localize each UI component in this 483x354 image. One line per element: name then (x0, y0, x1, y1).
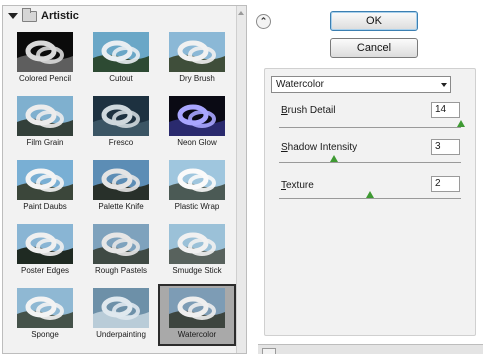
filter-item-cutout[interactable]: Cutout (82, 28, 160, 90)
shadow-intensity-label: Shadow Intensity (281, 142, 358, 153)
cancel-button[interactable]: Cancel (330, 38, 418, 58)
twisted-ring-icon (17, 96, 73, 136)
filter-label: Cutout (109, 74, 133, 83)
twisted-ring-icon (93, 288, 149, 328)
filter-thumbnail (169, 288, 225, 328)
filter-thumbnail (169, 32, 225, 72)
filter-thumbnail (17, 224, 73, 264)
filter-label: Sponge (31, 330, 59, 339)
filter-thumbnail (169, 96, 225, 136)
filter-label: Rough Pastels (94, 266, 148, 275)
filter-thumbnail (17, 96, 73, 136)
category-header[interactable]: Artistic (3, 6, 236, 26)
filter-item-dry-brush[interactable]: Dry Brush (158, 28, 236, 90)
twisted-ring-icon (93, 32, 149, 72)
filter-label: Paint Daubs (23, 202, 67, 211)
filter-thumbnail (17, 160, 73, 200)
filter-label: Colored Pencil (18, 74, 72, 83)
filter-item-watercolor[interactable]: Watercolor (158, 284, 236, 346)
texture-input[interactable]: 2 (431, 176, 460, 192)
filter-item-rough-pastels[interactable]: Rough Pastels (82, 220, 160, 282)
expand-triangle-icon[interactable] (8, 13, 18, 19)
filter-thumbnail (93, 288, 149, 328)
filter-thumbnail (93, 224, 149, 264)
twisted-ring-icon (93, 96, 149, 136)
filter-item-smudge-stick[interactable]: Smudge Stick (158, 220, 236, 282)
filter-item-palette-knife[interactable]: Palette Knife (82, 156, 160, 218)
gallery-scrollbar[interactable] (236, 6, 246, 353)
ok-button[interactable]: OK (330, 11, 418, 31)
shadow-intensity-slider-knob[interactable] (329, 155, 338, 162)
filter-item-poster-edges[interactable]: Poster Edges (6, 220, 84, 282)
folder-icon (22, 7, 37, 22)
filter-item-film-grain[interactable]: Film Grain (6, 92, 84, 154)
twisted-ring-icon (17, 32, 73, 72)
twisted-ring-icon (169, 288, 225, 328)
filter-item-colored-pencil[interactable]: Colored Pencil (6, 28, 84, 90)
double-chevron-up-icon: ⌃ (259, 16, 268, 26)
filter-thumbnail (93, 32, 149, 72)
brush-detail-slider[interactable] (279, 127, 461, 128)
new-layer-button[interactable] (262, 348, 276, 354)
shadow-intensity-input[interactable]: 3 (431, 139, 460, 155)
category-title: Artistic (41, 10, 79, 22)
filter-label: Poster Edges (20, 266, 70, 275)
twisted-ring-icon (169, 96, 225, 136)
filter-item-plastic-wrap[interactable]: Plastic Wrap (158, 156, 236, 218)
texture-slider[interactable] (279, 198, 461, 199)
dropdown-arrow-icon (441, 83, 447, 87)
twisted-ring-icon (169, 224, 225, 264)
twisted-ring-icon (17, 224, 73, 264)
filter-settings-panel: Watercolor Brush Detail 14 Shadow Intens… (264, 68, 476, 336)
filter-label: Plastic Wrap (174, 202, 220, 211)
texture-label: Texture (281, 180, 314, 191)
filter-thumbnail (169, 224, 225, 264)
filter-label: Watercolor (177, 330, 217, 339)
twisted-ring-icon (93, 224, 149, 264)
filter-gallery: Artistic Colored Pencil Cutout Dry Brush… (2, 5, 247, 354)
filter-thumbnail (17, 288, 73, 328)
collapse-gallery-button[interactable]: ⌃ (256, 14, 271, 29)
filter-item-paint-daubs[interactable]: Paint Daubs (6, 156, 84, 218)
brush-detail-slider-knob[interactable] (457, 120, 465, 127)
filter-label: Neon Glow (177, 138, 217, 147)
filter-thumbnail (169, 160, 225, 200)
filter-label: Palette Knife (98, 202, 144, 211)
texture-slider-knob[interactable] (366, 191, 374, 198)
filter-thumbnail (93, 160, 149, 200)
filter-thumbnail (17, 32, 73, 72)
filter-select[interactable]: Watercolor (271, 76, 451, 93)
filter-item-fresco[interactable]: Fresco (82, 92, 160, 154)
filter-label: Film Grain (26, 138, 64, 147)
brush-detail-label: Brush Detail (281, 105, 336, 116)
filter-item-underpainting[interactable]: Underpainting (82, 284, 160, 346)
filter-item-neon-glow[interactable]: Neon Glow (158, 92, 236, 154)
filter-label: Fresco (108, 138, 134, 147)
filter-item-sponge[interactable]: Sponge (6, 284, 84, 346)
twisted-ring-icon (93, 160, 149, 200)
scroll-up-arrow-icon[interactable] (238, 11, 244, 15)
filter-grid: Colored Pencil Cutout Dry Brush Film Gra… (6, 28, 236, 353)
shadow-intensity-slider[interactable] (279, 162, 461, 163)
twisted-ring-icon (169, 32, 225, 72)
filter-label: Smudge Stick (172, 266, 222, 275)
filter-label: Dry Brush (179, 74, 215, 83)
bottom-bar (258, 344, 483, 354)
filter-label: Underpainting (96, 330, 146, 339)
filter-thumbnail (93, 96, 149, 136)
twisted-ring-icon (17, 160, 73, 200)
twisted-ring-icon (17, 288, 73, 328)
twisted-ring-icon (169, 160, 225, 200)
brush-detail-input[interactable]: 14 (431, 102, 460, 118)
filter-select-value: Watercolor (276, 79, 324, 90)
